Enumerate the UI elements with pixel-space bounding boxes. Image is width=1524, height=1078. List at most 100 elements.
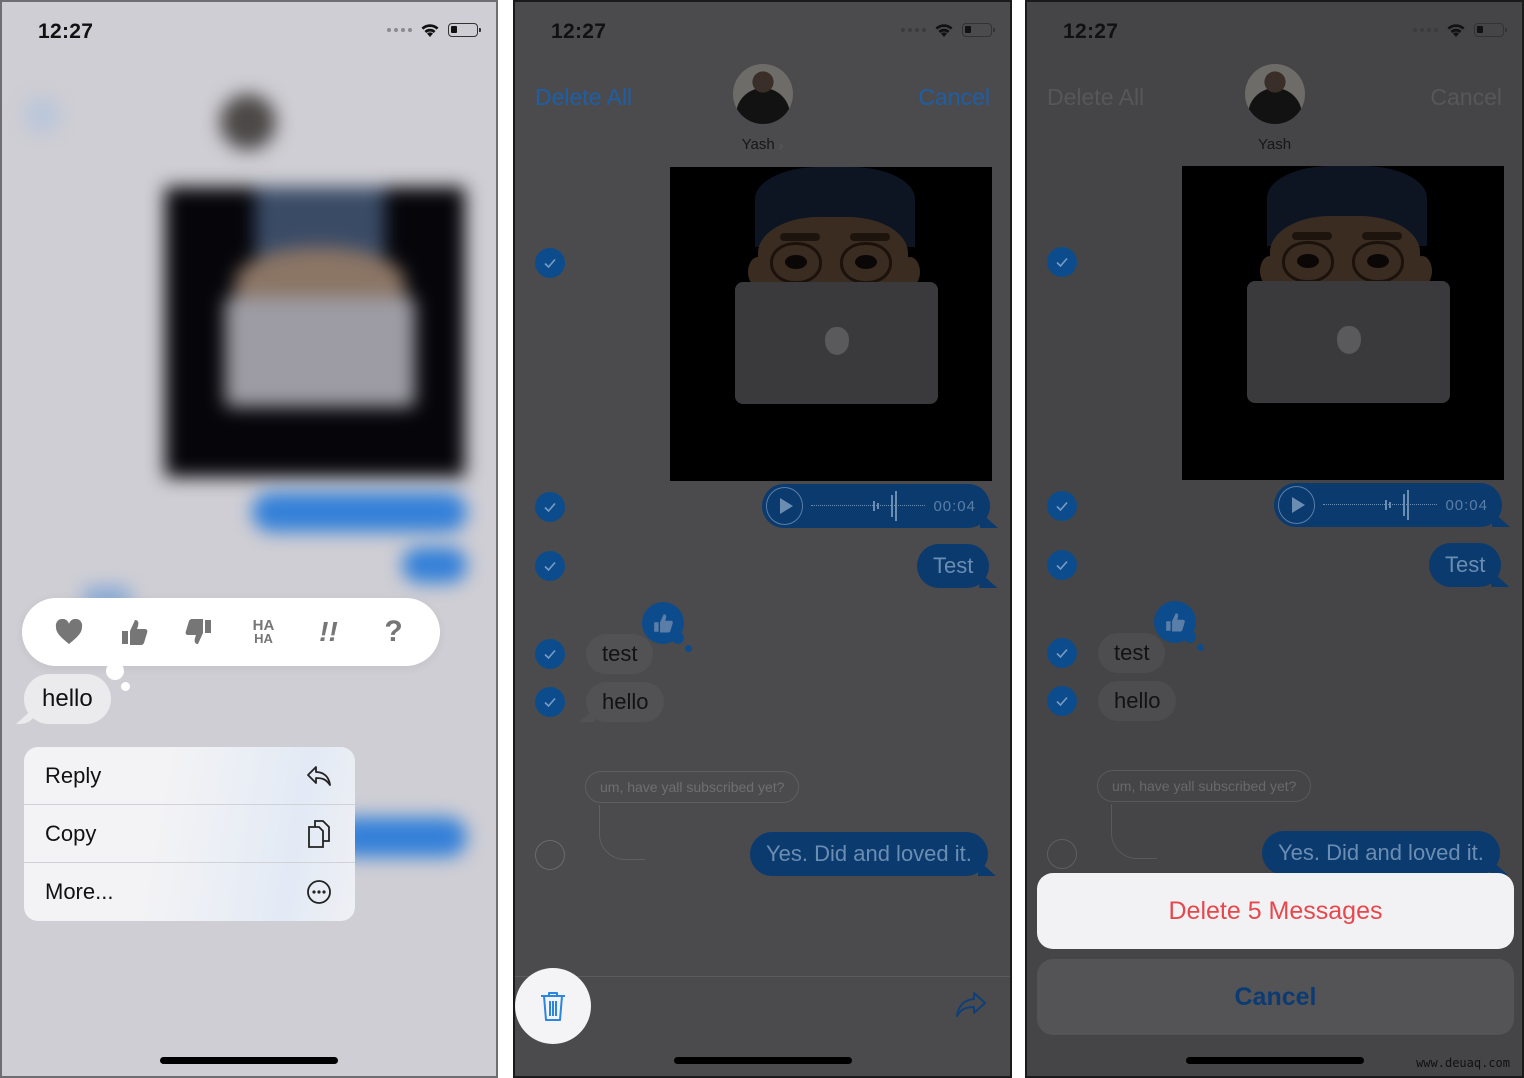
message-bubble-outgoing[interactable]: Test [917,544,998,588]
contact-avatar-blurred [220,94,276,150]
status-icons [387,22,481,38]
selected-message-bubble[interactable]: hello [16,674,111,724]
select-checkbox-audio[interactable] [1047,491,1077,521]
message-bubble-incoming[interactable]: hello [579,682,665,722]
checkmark-icon [1056,257,1068,268]
audio-waveform [811,491,926,521]
play-icon [1278,486,1316,524]
reply-icon [305,762,333,790]
status-time: 12:27 [38,20,94,43]
signal-icon [901,28,926,32]
delete-trash-button[interactable] [515,968,591,1044]
checkmark-icon [1056,501,1068,512]
signal-icon [387,28,412,32]
select-checkbox-audio[interactable] [535,492,565,522]
phone-screen-context-menu: 12:27 HA HA !! ? hello Reply Copy More..… [0,0,498,1078]
contact-avatar [1244,64,1305,124]
reply-quote-bubble[interactable]: um, have yall subscribed yet? [585,771,800,803]
select-checkbox-reply-unchecked[interactable] [535,840,565,870]
select-checkbox-memoji[interactable] [1047,247,1077,277]
select-checkbox-test-out[interactable] [1047,550,1077,580]
action-sheet-cancel-button[interactable]: Cancel [1037,959,1514,1035]
select-checkbox-memoji[interactable] [535,248,565,278]
signal-icon [1413,28,1438,32]
exclamation-reaction-button[interactable]: !! [309,612,349,652]
toolbar-divider [515,976,1010,977]
thumbs-down-icon [185,619,211,644]
home-indicator[interactable] [673,1057,852,1064]
home-indicator[interactable] [1185,1057,1364,1064]
audio-duration: 00:04 [933,497,976,515]
reaction-bar-connector [106,662,124,680]
select-checkbox-hello[interactable] [535,687,565,717]
tapback-reaction-bar: HA HA !! ? [22,598,440,666]
reply-thread-line [1111,804,1157,859]
reply-quote-bubble: um, have yall subscribed yet? [1097,770,1312,802]
reaction-bar-connector-small [121,682,130,691]
checkmark-icon [544,502,556,513]
question-reaction-button[interactable]: ? [374,612,414,652]
context-menu-more[interactable]: More... [24,863,355,921]
apple-logo-icon [1337,326,1361,354]
checkmark-icon [1056,560,1068,571]
apple-logo-icon [825,327,849,355]
delete-all-button-disabled: Delete All [1047,84,1145,110]
memoji-image-message[interactable] [670,167,992,481]
forward-button[interactable] [954,990,988,1025]
phone-screen-select-messages: 12:27 Delete All Cancel Yash › 00:04 Tes… [513,0,1012,1078]
home-indicator[interactable] [160,1057,338,1064]
test-bubble-blurred [402,547,467,583]
context-menu-reply[interactable]: Reply [24,747,355,805]
wifi-icon [421,24,439,37]
select-checkbox-hello[interactable] [1047,686,1077,716]
copy-icon [305,819,333,848]
haha-icon: HA HA [252,617,275,646]
thumbs-up-icon [1166,613,1185,632]
message-bubble-outgoing-reply[interactable]: Yes. Did and loved it. [750,832,996,876]
message-bubble-outgoing: Test [1429,543,1510,587]
wifi-icon [935,24,953,37]
checkmark-icon [1056,648,1068,659]
contact-avatar[interactable] [732,64,793,124]
reply-thread-line [599,805,645,860]
message-bubble-incoming: test [1098,633,1166,673]
context-menu-copy[interactable]: Copy [24,805,355,863]
cancel-button-disabled: Cancel [1430,84,1502,110]
wifi-icon [1447,24,1465,37]
play-icon[interactable] [766,487,804,525]
checkmark-icon [544,697,556,708]
message-bubble-incoming[interactable]: test [586,634,654,674]
battery-icon [448,23,481,37]
phone-screen-delete-confirm: 12:27 Delete All Cancel Yash 00:04 Test [1025,0,1524,1078]
haha-reaction-button[interactable]: HA HA [244,612,284,652]
select-checkbox-test-in[interactable] [1047,638,1077,668]
trash-icon [541,992,565,1021]
checkmark-icon [544,561,556,572]
status-time: 12:27 [551,20,607,43]
watermark: www.deuaq.com [1416,1056,1510,1070]
back-button-blurred [24,97,60,133]
audio-waveform [1323,490,1438,520]
checkmark-icon [544,258,556,269]
audio-duration: 00:04 [1445,496,1488,514]
select-checkbox-test-out[interactable] [535,551,565,581]
thumbs-up-icon [654,614,673,633]
heart-reaction-button[interactable] [49,612,89,652]
thumbs-up-icon [121,620,147,645]
audio-message-bubble[interactable]: 00:04 [762,484,998,528]
thumbs-up-reaction-button[interactable] [114,612,154,652]
thumbs-down-reaction-button[interactable] [179,612,219,652]
message-bubble-outgoing-reply: Yes. Did and loved it. [1262,831,1508,875]
exclamation-icon: !! [319,616,338,647]
delete-all-button[interactable]: Delete All [535,84,632,111]
select-checkbox-test-in[interactable] [535,639,565,669]
delete-messages-button[interactable]: Delete 5 Messages [1037,873,1514,949]
contact-name: Yash [1257,136,1292,153]
select-checkbox-reply-unchecked[interactable] [1047,839,1077,869]
cancel-button[interactable]: Cancel [918,84,990,111]
checkmark-icon [544,649,556,660]
more-icon [305,878,333,906]
status-icons [1413,22,1507,38]
heart-icon [55,619,82,644]
contact-name[interactable]: Yash › [742,136,784,153]
